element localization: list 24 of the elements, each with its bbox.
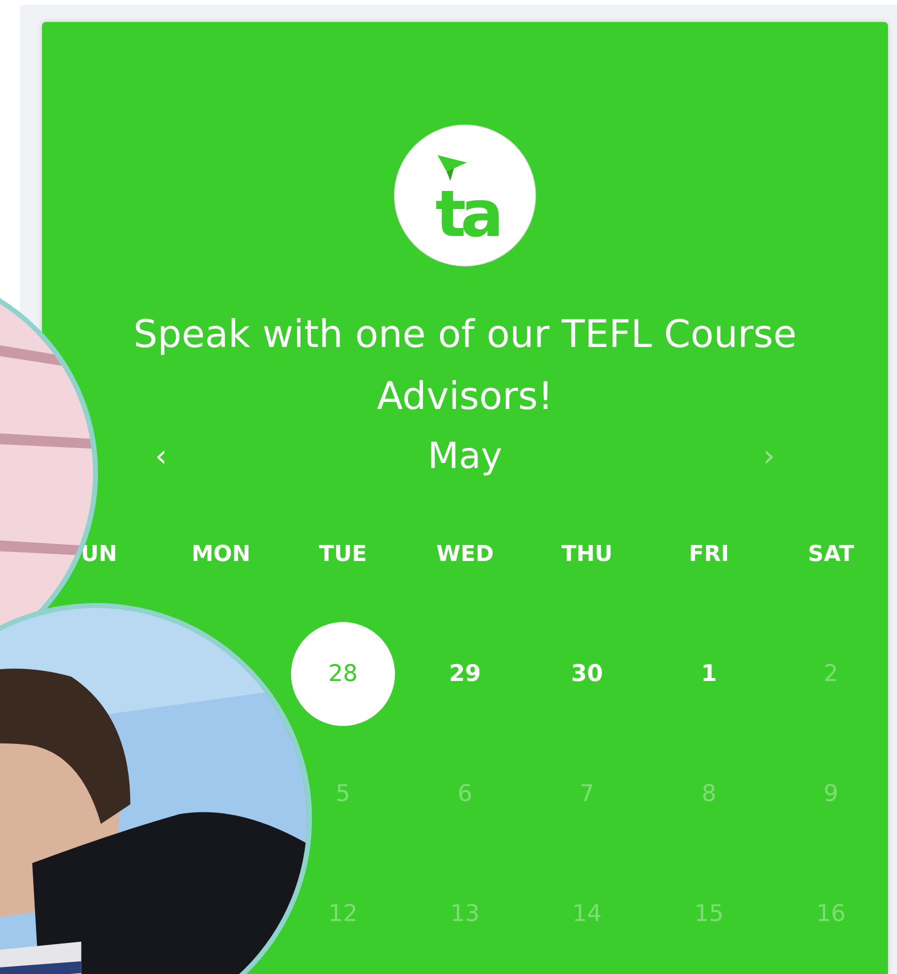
- date-button[interactable]: 8: [681, 766, 737, 822]
- weekday-label: WED: [436, 542, 494, 566]
- weekday-label: FRI: [688, 542, 730, 566]
- date-button[interactable]: 14: [559, 886, 615, 942]
- date-button[interactable]: 13: [437, 886, 493, 942]
- selected-date[interactable]: 28: [291, 622, 395, 726]
- weekday-label: THU: [561, 542, 613, 566]
- date-button[interactable]: 1: [681, 646, 737, 702]
- date-button[interactable]: 9: [803, 766, 859, 822]
- date-button[interactable]: 5: [315, 766, 371, 822]
- weekday-label: SAT: [808, 542, 854, 566]
- date-button[interactable]: 16: [803, 886, 859, 942]
- date-button[interactable]: 7: [559, 766, 615, 822]
- weekday-label: MON: [191, 542, 250, 566]
- previous-month-button[interactable]: ‹: [145, 439, 177, 474]
- month-label: May: [428, 436, 502, 477]
- weekday-label: TUE: [319, 542, 367, 566]
- date-button[interactable]: 12: [315, 886, 371, 942]
- heading: Speak with one of our TEFL Course Advisors!: [132, 311, 798, 420]
- date-button[interactable]: 30: [559, 646, 615, 702]
- date-button[interactable]: 2: [803, 646, 859, 702]
- date-button[interactable]: 6: [437, 766, 493, 822]
- date-button[interactable]: 29: [437, 646, 493, 702]
- date-button[interactable]: 15: [681, 886, 737, 942]
